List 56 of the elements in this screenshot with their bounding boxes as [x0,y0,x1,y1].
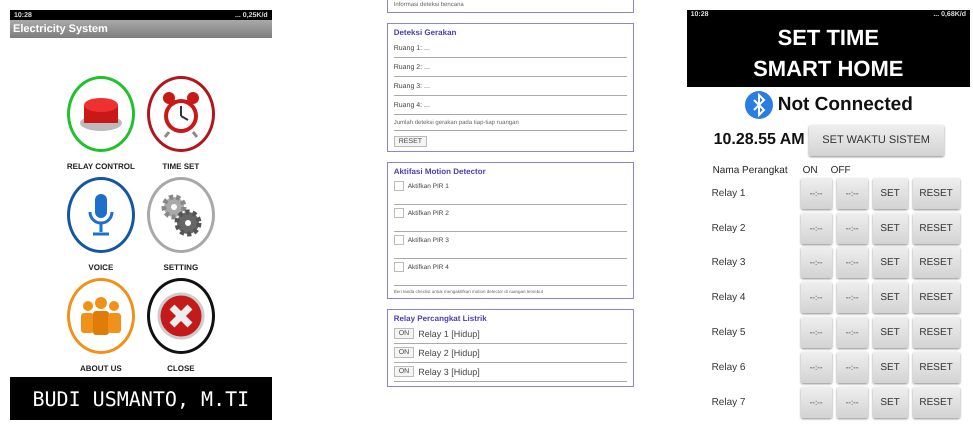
column-header: Nama Perangkat [712,164,789,176]
menu-label: SETTING [164,263,198,272]
relay-status: Relay 2 [Hidup] [418,348,480,358]
menu-label: ABOUT US [80,364,122,373]
on-time-button[interactable]: --:-- [800,247,832,278]
section-title: Aktifasi Motion Detector [394,167,487,176]
relay-name: Relay 7 [712,397,746,408]
set-button[interactable]: SET [872,352,908,384]
off-time-button[interactable]: --:-- [836,178,868,209]
off-time-button[interactable]: --:-- [836,352,868,384]
reset-button[interactable]: RESET [912,352,960,384]
menu-label: CLOSE [167,364,195,373]
off-time-button[interactable]: --:-- [836,387,868,418]
on-time-button[interactable]: --:-- [800,282,832,314]
on-time-button[interactable]: --:-- [800,387,832,418]
relay-name: Relay 1 [712,188,746,199]
set-button[interactable]: SET [872,317,908,348]
section-title: Relay Percangkat Listrik [394,314,488,323]
reset-button[interactable]: RESET [912,282,960,314]
relay-status: Relay 1 [Hidup] [418,328,480,338]
header-banner: SET TIME SMART HOME [686,20,970,87]
relay-name: Relay 2 [712,222,746,234]
reset-button[interactable]: RESET [912,317,960,348]
on-time-button[interactable]: --:-- [800,178,832,209]
reset-button[interactable]: RESET [912,178,960,209]
column-header: OFF [830,164,852,176]
off-time-button[interactable]: --:-- [836,247,868,278]
set-button[interactable]: SET [872,178,908,209]
menu-label: TIME SET [162,162,200,171]
on-time-button[interactable]: --:-- [800,212,832,244]
reset-button[interactable]: RESET [912,387,960,418]
connection-status: Not Connected [778,94,913,116]
reset-button[interactable]: RESET [912,212,960,244]
set-button[interactable]: SET [872,212,908,244]
column-header: ON [802,164,819,176]
off-time-button[interactable]: --:-- [836,282,868,314]
clock-time: 10.28.55 AM [714,131,805,150]
on-time-button[interactable]: --:-- [800,317,832,348]
relay-status: Relay 3 [Hidup] [418,366,480,376]
relay-name: Relay 3 [712,257,746,268]
menu-label: RELAY CONTROL [66,162,135,171]
menu-label: VOICE [88,263,114,272]
app-title-bar: Electricity System [10,20,272,38]
off-time-button[interactable]: --:-- [836,212,868,244]
relay-name: Relay 4 [712,292,746,304]
on-time-button[interactable]: --:-- [800,352,832,384]
set-button[interactable]: SET [872,247,908,278]
reset-button[interactable]: RESET [912,247,960,278]
relay-name: Relay 5 [712,327,746,338]
set-button[interactable]: SET [872,387,908,418]
sync-time-button[interactable]: SET WAKTU SISTEM [808,124,944,156]
section-title: Deteksi Gerakan [394,28,458,37]
relay-name: Relay 6 [712,362,746,374]
set-button[interactable]: SET [872,282,908,314]
off-time-button[interactable]: --:-- [836,317,868,348]
author-banner: BUDI USMANTO, M.TI [10,377,272,420]
